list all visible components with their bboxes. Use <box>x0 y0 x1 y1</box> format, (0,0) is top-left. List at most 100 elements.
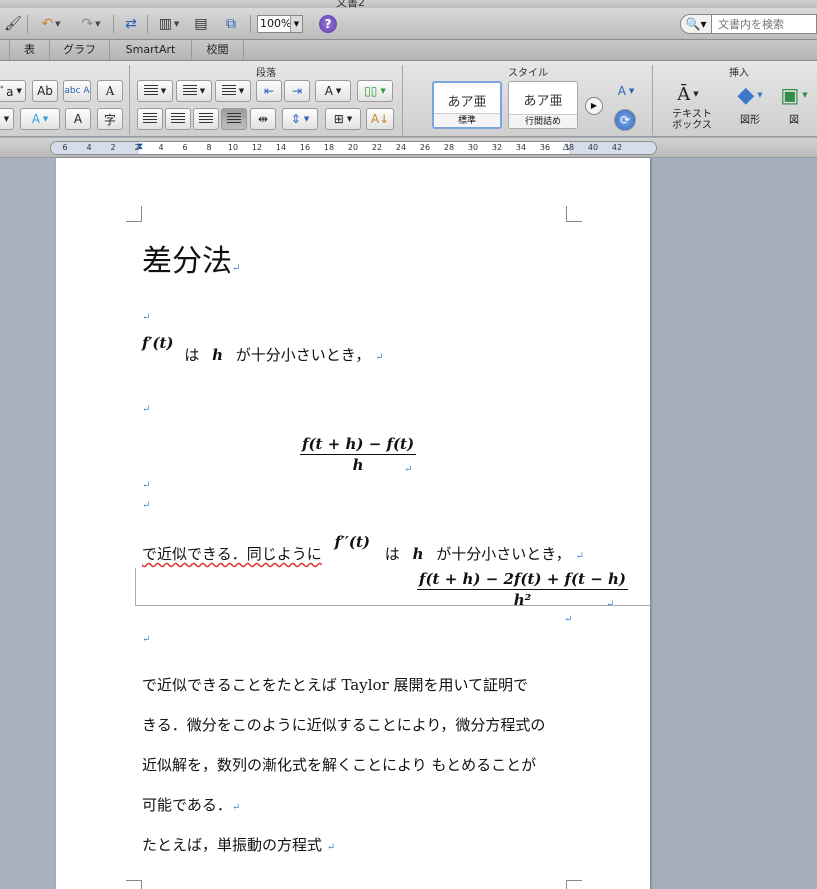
tab-partial[interactable] <box>0 40 10 60</box>
sort-button[interactable]: A↓ <box>366 108 394 130</box>
zoom-select[interactable]: 100% ▼ <box>257 15 303 33</box>
equation-first-difference[interactable]: f(t + h) − f(t) h <box>300 435 417 474</box>
text-wa: は <box>384 545 400 563</box>
textbox-label[interactable]: テキスト ボックス <box>664 109 720 131</box>
document-heading[interactable]: 差分法↵ <box>142 236 240 280</box>
align-right-icon <box>199 113 213 125</box>
align-center-button[interactable] <box>165 108 191 130</box>
equation-end: ↵ <box>404 458 412 476</box>
title-bar: 文書2 <box>0 0 817 8</box>
styles-manage-icon[interactable]: ⟳ <box>614 109 636 131</box>
search-input[interactable] <box>712 14 817 34</box>
convert-icon[interactable]: ⇄ <box>120 14 142 34</box>
help-button[interactable]: ? <box>319 15 337 33</box>
toolbar-separator <box>250 15 251 33</box>
horizontal-ruler[interactable]: ⧗ △ 6 4 2 2 4 6 8 10 12 14 16 18 20 22 24 26 28 30 32 34 36 3… <box>50 141 657 155</box>
style-normal[interactable]: あア亜 標準 <box>432 81 502 129</box>
paragraph-mark: ↵ <box>142 634 151 645</box>
numbering-icon <box>182 85 197 97</box>
sidebar-button[interactable]: ▥ ▼ <box>152 14 186 34</box>
search-icon[interactable]: 🔍▾ <box>680 14 712 34</box>
distributed-button[interactable]: ⇹ <box>250 108 276 130</box>
picture-icon[interactable]: ▣ ▼ <box>774 81 814 109</box>
numbering-button[interactable]: ▼ <box>176 80 212 102</box>
text-effects-button[interactable]: A ▼ <box>20 108 60 130</box>
align-left-button[interactable] <box>137 108 163 130</box>
sidebar-icon: ▥ <box>158 16 172 32</box>
picture-label[interactable]: 図 <box>780 115 808 126</box>
undo-icon: ↶ <box>41 16 54 32</box>
search-box: 🔍▾ <box>680 14 817 34</box>
ruler-tick-label: 24 <box>395 143 407 152</box>
columns-icon: ▯▯ <box>364 84 378 98</box>
decrease-indent-button[interactable]: ⇤ <box>256 80 282 102</box>
distributed-icon: ⇹ <box>257 112 269 126</box>
redo-button[interactable]: ↷ ▼ <box>74 14 108 34</box>
phonetic-button[interactable]: abc A <box>63 80 91 102</box>
format-painter-icon[interactable]: 🖌 <box>2 14 24 34</box>
equation-second-difference[interactable]: f(t + h) − 2f(t) + f(t − h) h² <box>417 570 629 609</box>
ruler-tick-label: 8 <box>206 143 212 152</box>
gallery-icon[interactable]: ▤ <box>190 14 212 34</box>
paragraph-mark: ↵ <box>606 599 615 610</box>
undo-button[interactable]: ↶ ▼ <box>33 14 69 34</box>
styles-pane-button[interactable]: A ▼ <box>611 80 641 102</box>
math-f-prime: f′(t) <box>142 334 174 352</box>
ribbon-tabs: 表 グラフ SmartArt 校閲 <box>0 40 817 61</box>
empty-paragraph[interactable]: ↵ <box>142 494 150 512</box>
paragraph-line1[interactable]: f′(t) は h が十分小さいとき， ↵ <box>142 334 384 365</box>
change-case-button[interactable]: ﾞa ▼ <box>0 80 26 102</box>
margin-corner-mark <box>126 880 142 889</box>
multilevel-list-button[interactable]: ▼ <box>215 80 251 102</box>
style-name: 行間詰め <box>509 114 577 128</box>
body-line-3[interactable]: 近似解を，数列の漸化式を解くことにより もとめることが <box>142 754 536 775</box>
paragraph-mark: ↵ <box>142 312 151 323</box>
bullets-icon <box>143 85 158 97</box>
text-direction-button[interactable]: A ▼ <box>315 80 351 102</box>
partial-button[interactable]: ▼ <box>0 108 14 130</box>
body-line-1[interactable]: で近似できることをたとえば Taylor 展開を用いて証明で <box>142 674 528 695</box>
empty-paragraph[interactable]: ↵ <box>142 628 150 646</box>
bullets-button[interactable]: ▼ <box>137 80 173 102</box>
spellcheck-button[interactable]: Ab <box>32 80 58 102</box>
paragraph-mark: ↵ <box>375 352 384 363</box>
media-browser-icon[interactable]: ⧉ <box>219 14 243 34</box>
borders-button[interactable]: ⊞ ▼ <box>325 108 361 130</box>
empty-paragraph[interactable]: ↵ <box>142 398 150 416</box>
char-border-button[interactable]: A <box>97 80 123 102</box>
fraction-numerator: f(t + h) − 2f(t) + f(t − h) <box>417 570 629 590</box>
document-page[interactable]: 差分法↵ ↵ f′(t) は h が十分小さいとき， ↵ ↵ f(t + h) … <box>56 158 650 889</box>
enclosed-char-button[interactable]: 字 <box>97 108 123 130</box>
shapes-label[interactable]: 図形 <box>732 115 768 126</box>
tab-review[interactable]: 校閲 <box>192 40 244 60</box>
equation-end: ↵ <box>606 593 614 611</box>
char-shading-button[interactable]: A <box>65 108 91 130</box>
empty-paragraph[interactable]: ↵ <box>142 306 150 324</box>
styles-group-label: スタイル <box>508 68 548 79</box>
textbox-icon[interactable]: Ā ▼ <box>672 81 704 107</box>
justify-button[interactable] <box>221 108 247 130</box>
body-line-4[interactable]: 可能である．↵ <box>142 794 240 815</box>
math-f-double-prime: f′′(t) <box>334 533 370 551</box>
zoom-value: 100% <box>260 17 292 30</box>
style-no-spacing[interactable]: あア亜 行間詰め <box>508 81 578 129</box>
empty-paragraph[interactable]: ↵ <box>142 474 150 492</box>
line-spacing-button[interactable]: ⇕ ▼ <box>282 108 318 130</box>
styles-next-icon[interactable]: ▶ <box>585 97 603 115</box>
shapes-icon[interactable]: ◆ ▼ <box>730 81 770 109</box>
columns-button[interactable]: ▯▯ ▼ <box>357 80 393 102</box>
body-line-2[interactable]: きる．微分をこのように近似することにより，微分方程式の <box>142 714 545 735</box>
ruler-tick-label: 18 <box>323 143 335 152</box>
ruler-tick-label: 2 <box>134 143 140 152</box>
tab-smartart[interactable]: SmartArt <box>110 40 192 60</box>
tab-chart[interactable]: グラフ <box>50 40 110 60</box>
paragraph-mark: ↵ <box>142 500 151 511</box>
paragraph-mark: ↵ <box>232 263 241 274</box>
align-right-button[interactable] <box>193 108 219 130</box>
body-line-5[interactable]: たとえば，単振動の方程式 ↵ <box>142 834 335 855</box>
paragraph-line2[interactable]: で近似できる．同じように f′′(t) は h が十分小さいとき， ↵ <box>142 533 584 564</box>
tab-table[interactable]: 表 <box>10 40 50 60</box>
increase-indent-button[interactable]: ⇥ <box>284 80 310 102</box>
body-text: 可能である． <box>142 796 232 814</box>
line-spacing-icon: ⇕ <box>290 112 301 126</box>
